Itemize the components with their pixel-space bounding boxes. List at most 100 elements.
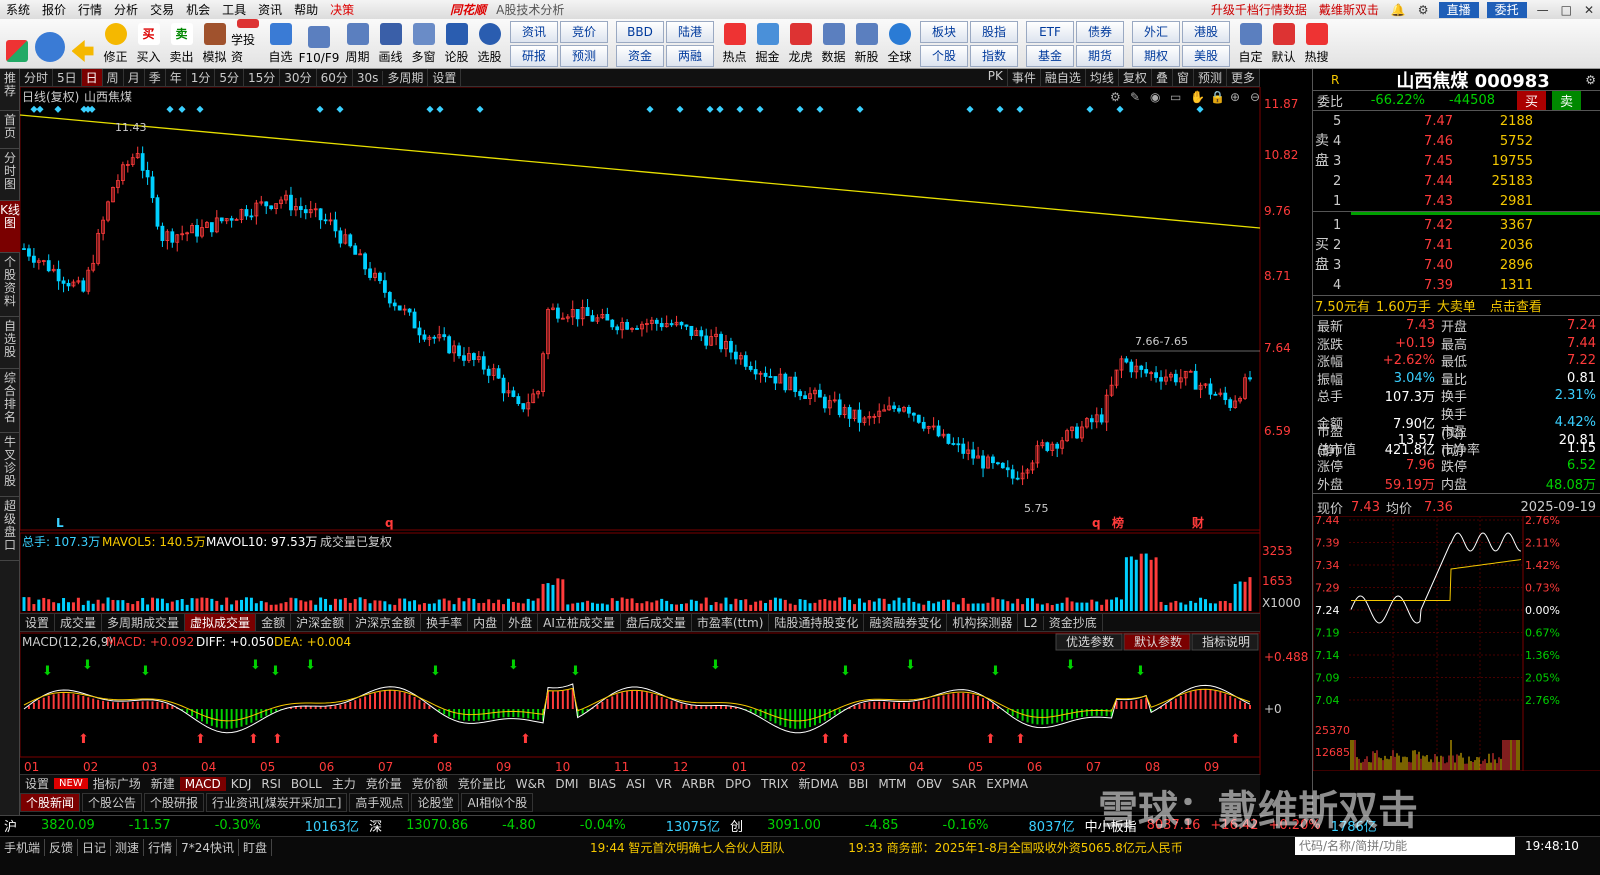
news-tab-5[interactable]: 论股堂 xyxy=(411,792,460,812)
book-row[interactable]: 1 7.43 2981 xyxy=(1313,191,1600,211)
news-tab-6[interactable]: AI相似个股 xyxy=(461,792,534,812)
vol-tab-10[interactable]: AI立桩成交量 xyxy=(538,614,621,631)
period-0[interactable]: 分时 xyxy=(20,69,54,86)
period-6[interactable]: 年 xyxy=(166,69,187,86)
period-tool-2[interactable]: 融自选 xyxy=(1041,69,1086,86)
macd-button[interactable]: 指标说明 xyxy=(1191,633,1259,651)
event-marker[interactable] xyxy=(996,105,1004,113)
event-marker[interactable] xyxy=(336,105,344,113)
chart-tool-icon[interactable]: ◉ xyxy=(1150,90,1160,104)
vol-tab-2[interactable]: 多周期成交量 xyxy=(102,614,186,631)
period-tool-7[interactable]: 预测 xyxy=(1194,69,1227,86)
indicator-tab-7[interactable]: BOLL xyxy=(286,777,327,791)
period-12[interactable]: 30s xyxy=(353,70,384,85)
margin-button[interactable]: 两融 xyxy=(666,45,714,67)
news-ticker[interactable]: 19:44 智元首次明确七人合伙人团队 19:33 商务部：2025年1-8月全… xyxy=(590,839,1183,856)
book-row[interactable]: 1 7.42 3367 xyxy=(1313,215,1600,235)
event-marker[interactable] xyxy=(796,105,804,113)
vol-tab-16[interactable]: L2 xyxy=(1018,615,1044,630)
event-marker[interactable] xyxy=(716,105,724,113)
indicator-tab-23[interactable]: OBV xyxy=(911,777,947,791)
bottom-link-1[interactable]: 反馈 xyxy=(45,839,79,856)
period-tool-4[interactable]: 复权 xyxy=(1119,69,1152,86)
learn-button[interactable]: 学投资 xyxy=(231,19,264,67)
indicator-tab-1[interactable]: NEW xyxy=(54,778,88,789)
bbd-button[interactable]: BBD xyxy=(616,21,664,43)
period-1[interactable]: 5日 xyxy=(53,69,82,86)
vol-tab-8[interactable]: 内盘 xyxy=(468,614,504,631)
news-button[interactable]: 资讯 xyxy=(510,21,558,43)
back-button[interactable] xyxy=(66,19,99,67)
hot-button[interactable]: 热点 xyxy=(718,19,751,67)
period-8[interactable]: 5分 xyxy=(215,69,245,86)
indicator-tab-12[interactable]: W&R xyxy=(511,777,551,791)
hk-stock-button[interactable]: 港股 xyxy=(1182,21,1230,43)
layout-button[interactable] xyxy=(0,19,33,67)
robot-button[interactable] xyxy=(33,19,66,67)
forex-button[interactable]: 外汇 xyxy=(1132,21,1180,43)
indicator-tab-9[interactable]: 竞价量 xyxy=(361,775,407,792)
chart-tool-icon[interactable]: 🔒 xyxy=(1210,90,1225,104)
dragon-button[interactable]: 龙虎 xyxy=(784,19,817,67)
period-4[interactable]: 月 xyxy=(124,69,145,86)
bottom-link-6[interactable]: 盯盘 xyxy=(239,839,272,856)
event-marker[interactable] xyxy=(756,105,764,113)
event-marker[interactable] xyxy=(476,105,484,113)
period-2[interactable]: 日 xyxy=(81,69,103,86)
vol-tab-13[interactable]: 陆股通持股变化 xyxy=(769,614,865,631)
search-input[interactable]: 代码/名称/简拼/功能 xyxy=(1295,837,1515,855)
book-row[interactable]: 2 7.44 25183 xyxy=(1313,171,1600,191)
menu-help[interactable]: 帮助 xyxy=(288,1,324,18)
event-marker[interactable] xyxy=(88,105,96,113)
kline-marker[interactable]: q xyxy=(1092,516,1101,530)
vol-tab-6[interactable]: 沪深京金额 xyxy=(350,614,422,631)
options-button[interactable]: 期权 xyxy=(1132,45,1180,67)
dig-button[interactable]: 掘金 xyxy=(751,19,784,67)
minimize-icon[interactable]: — xyxy=(1531,3,1555,17)
chart-tool-icon[interactable]: ✋ xyxy=(1190,90,1205,104)
vol-tab-17[interactable]: 资金抄底 xyxy=(1044,614,1103,631)
indicator-tab-10[interactable]: 竞价额 xyxy=(407,775,453,792)
period-13[interactable]: 多周期 xyxy=(383,69,429,86)
menu-opportunity[interactable]: 机会 xyxy=(180,1,216,18)
funds-flow-button[interactable]: 资金 xyxy=(616,45,664,67)
close-icon[interactable]: ✕ xyxy=(1578,3,1600,17)
kline-marker[interactable]: L xyxy=(56,516,64,530)
tab-ranking[interactable]: 综合排名 xyxy=(0,369,20,433)
draw-button[interactable]: 画线 xyxy=(374,19,407,67)
period-9[interactable]: 15分 xyxy=(244,69,281,86)
news-tab-0[interactable]: 个股新闻 xyxy=(20,792,81,812)
news-tab-2[interactable]: 个股研报 xyxy=(144,792,205,812)
indicator-tab-15[interactable]: ASI xyxy=(621,777,650,791)
forum-button[interactable]: 论股 xyxy=(440,19,473,67)
forecast-button[interactable]: 预测 xyxy=(560,45,608,67)
vol-tab-0[interactable]: 设置 xyxy=(20,614,56,631)
event-marker[interactable] xyxy=(1196,105,1204,113)
book-row[interactable]: 4 7.39 1311 xyxy=(1313,275,1600,295)
gear-icon[interactable]: ⚙ xyxy=(1412,3,1435,17)
quick-sell-button[interactable]: 卖 xyxy=(1552,91,1582,110)
event-marker[interactable] xyxy=(966,105,974,113)
hk-connect-button[interactable]: 陆港 xyxy=(666,21,714,43)
bottom-link-0[interactable]: 手机端 xyxy=(0,839,46,856)
menu-market[interactable]: 行情 xyxy=(72,1,108,18)
indicator-tab-25[interactable]: EXPMA xyxy=(981,777,1033,791)
event-marker[interactable] xyxy=(646,105,654,113)
bottom-link-5[interactable]: 7*24快讯 xyxy=(177,839,239,856)
big-order-link[interactable]: 点击查看 xyxy=(1490,296,1542,315)
event-marker[interactable] xyxy=(54,105,62,113)
period-tool-5[interactable]: 叠 xyxy=(1152,69,1173,86)
watchlist-button[interactable]: 自选 xyxy=(264,19,297,67)
event-marker[interactable] xyxy=(706,105,714,113)
period-button[interactable]: 周期 xyxy=(341,19,374,67)
news-tab-4[interactable]: 高手观点 xyxy=(349,792,410,812)
indicator-tab-11[interactable]: 竞价量比 xyxy=(453,775,511,792)
vol-tab-3[interactable]: 虚拟成交量 xyxy=(185,614,257,631)
vol-tab-14[interactable]: 融资融券变化 xyxy=(864,614,948,631)
period-3[interactable]: 周 xyxy=(103,69,124,86)
revise-button[interactable]: 修正 xyxy=(99,19,132,67)
menu-quote[interactable]: 报价 xyxy=(36,1,72,18)
event-marker[interactable] xyxy=(736,105,744,113)
quick-buy-button[interactable]: 买 xyxy=(1517,91,1547,110)
tab-kline[interactable]: K线图 xyxy=(0,201,20,253)
